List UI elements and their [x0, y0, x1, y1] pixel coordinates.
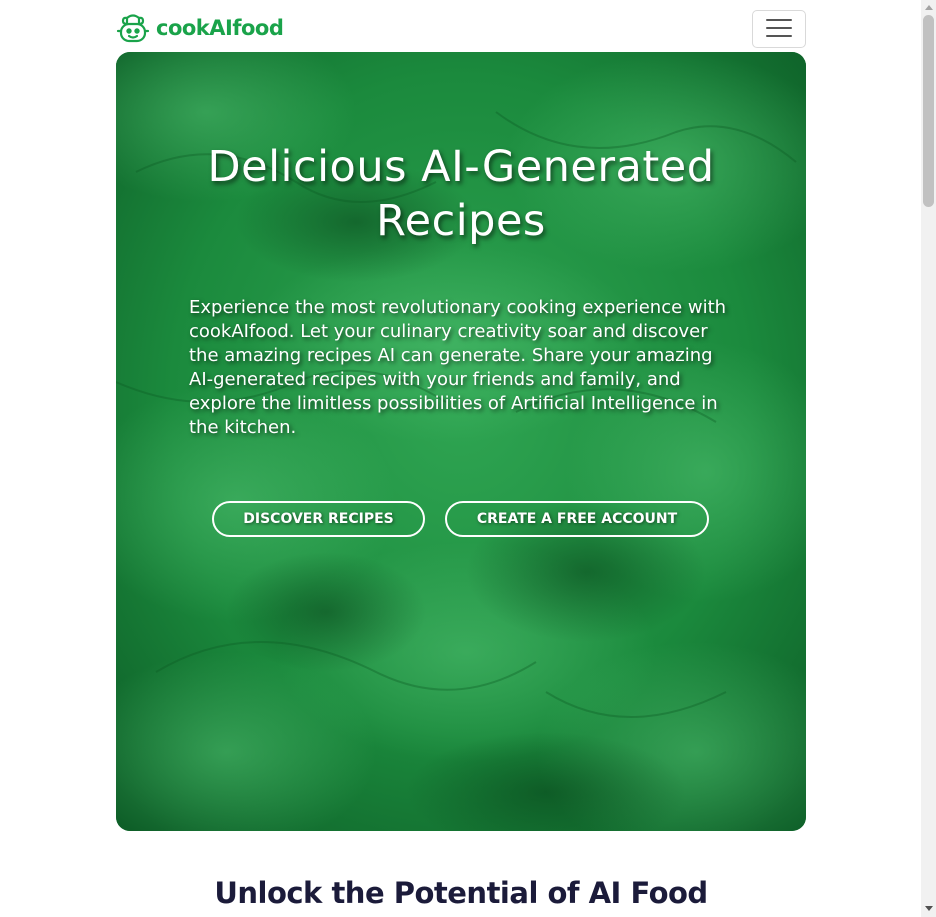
scroll-up-arrow-icon[interactable] [925, 5, 933, 10]
hero-description: Experience the most revolutionary cookin… [189, 297, 727, 438]
hero-banner: Delicious AI-Generated Recipes Experienc… [116, 52, 806, 831]
hamburger-menu-icon [765, 17, 793, 42]
navbar: cookAIfood [116, 10, 806, 50]
section-title: Unlock the Potential of AI Food [214, 876, 708, 910]
create-account-button[interactable]: CREATE A FREE ACCOUNT [445, 501, 709, 537]
chef-robot-icon [116, 12, 150, 44]
vertical-scrollbar[interactable] [921, 0, 936, 917]
discover-recipes-button[interactable]: DISCOVER RECIPES [212, 501, 425, 537]
brand-name: cookAIfood [156, 16, 284, 40]
navbar-toggler-button[interactable] [752, 10, 806, 48]
scroll-down-arrow-icon[interactable] [925, 906, 933, 911]
page: cookAIfood Delicious AI-Generated Recipe… [0, 0, 921, 917]
hero-title: Delicious AI-Generated Recipes [207, 142, 715, 246]
brand-link[interactable]: cookAIfood [116, 12, 284, 44]
scrollbar-thumb[interactable] [923, 15, 934, 207]
